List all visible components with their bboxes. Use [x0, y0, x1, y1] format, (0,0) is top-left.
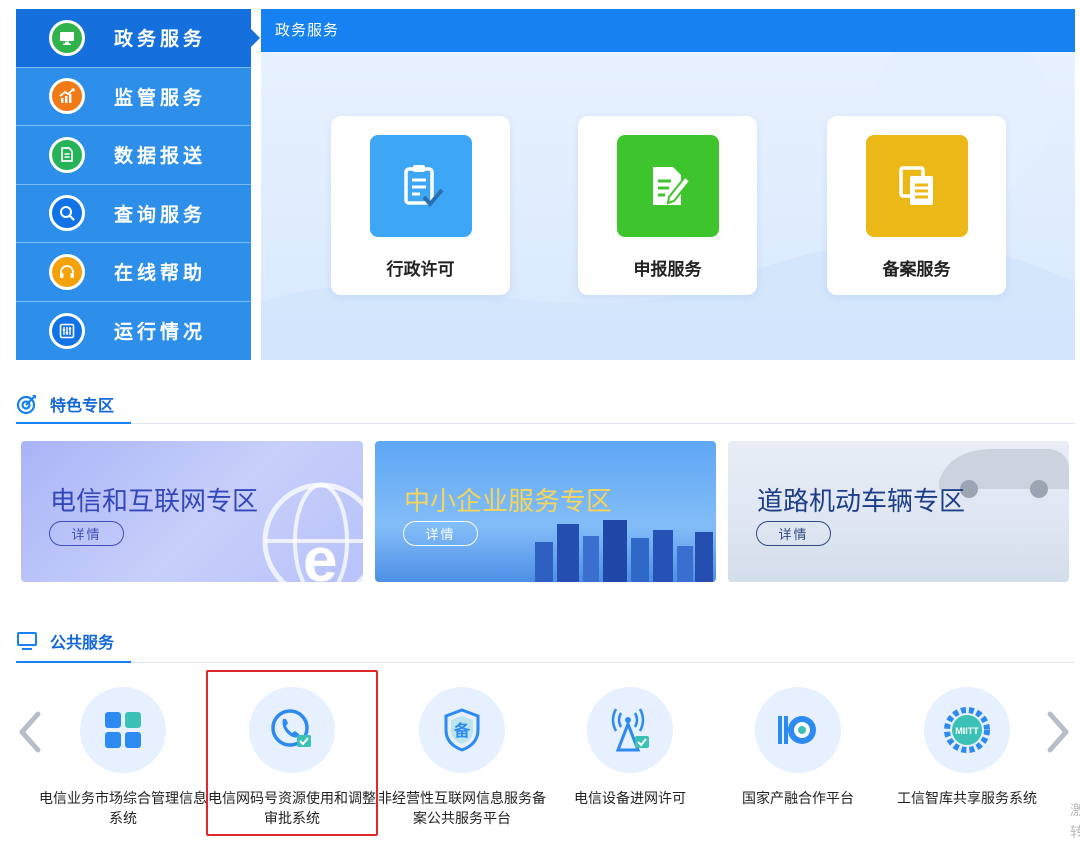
banner-title: 道路机动车辆专区 [757, 487, 966, 517]
copy-document-icon [865, 135, 968, 237]
edge-text-line: 激 [1070, 803, 1080, 819]
public-service-think-tank[interactable]: MIITT 工信智库共享服务系统 [882, 687, 1052, 809]
gov-services-panel: 政务服务 行政许可 申报服务 备案服务 [261, 9, 1075, 360]
monitor-icon [17, 631, 37, 650]
antenna-tower-icon [587, 687, 673, 773]
public-services-section-header: 公共服务 [16, 622, 114, 659]
public-service-label: 工信智库共享服务系统 [897, 791, 1037, 807]
nav-item-label: 查询服务 [114, 203, 207, 226]
card-label: 申报服务 [633, 260, 702, 280]
details-button[interactable]: 详情 [49, 521, 124, 546]
search-icon [49, 195, 85, 232]
public-service-label: 电信设备进网许可 [574, 791, 686, 807]
miit-gear-icon: MIITT [924, 687, 1010, 773]
public-service-number-resources[interactable]: 电信网码号资源使用和调整审批系统 [207, 687, 377, 829]
public-service-label: 电信业务市场综合管理信息系统 [39, 791, 207, 827]
public-services-title-underline [16, 661, 131, 663]
public-service-icp-filing[interactable]: 备 非经营性互联网信息服务备案公共服务平台 [377, 687, 547, 829]
nav-item-query[interactable]: 查询服务 [16, 184, 251, 243]
nav-item-label: 监管服务 [114, 86, 207, 109]
nav-item-gov-services[interactable]: 政务服务 [16, 9, 260, 68]
featured-divider [16, 423, 1075, 424]
banner-sme-services[interactable]: 中小企业服务专区 详情 [375, 441, 716, 582]
svg-text:e: e [303, 526, 337, 582]
nav-item-label: 政务服务 [114, 28, 207, 51]
panel-title: 政务服务 [261, 9, 1075, 52]
grid-apps-icon [80, 687, 166, 773]
card-label: 备案服务 [882, 260, 951, 280]
nav-item-supervision[interactable]: 监管服务 [16, 67, 251, 126]
section-title: 特色专区 [50, 395, 115, 415]
nav-item-label: 运行情况 [114, 321, 207, 344]
public-services-divider [16, 662, 1075, 663]
featured-title-underline [16, 422, 131, 424]
section-title: 公共服务 [50, 632, 115, 652]
nav-item-online-help[interactable]: 在线帮助 [16, 243, 251, 302]
clipped-edge-text: 激 转 [1070, 800, 1080, 844]
banner-road-vehicles[interactable]: 道路机动车辆专区 详情 [728, 441, 1069, 582]
public-service-label: 国家产融合作平台 [742, 791, 854, 807]
card-label: 行政许可 [386, 260, 455, 280]
svg-text:备: 备 [453, 721, 471, 740]
public-service-label: 电信网码号资源使用和调整审批系统 [208, 791, 376, 827]
document-edit-icon [616, 135, 719, 237]
banner-title: 中小企业服务专区 [404, 487, 613, 517]
target-icon [16, 394, 36, 414]
shield-bei-icon: 备 [419, 687, 505, 773]
phone-check-icon [249, 687, 335, 773]
card-admin-permit[interactable]: 行政许可 [331, 116, 510, 295]
public-service-telecom-market[interactable]: 电信业务市场综合管理信息系统 [38, 687, 208, 829]
public-service-equipment-license[interactable]: 电信设备进网许可 [545, 687, 715, 809]
sliders-icon [49, 312, 85, 349]
public-service-label: 非经营性互联网信息服务备案公共服务平台 [378, 791, 546, 827]
headset-icon [49, 253, 85, 290]
service-nav: 政务服务 监管服务 数据报送 查询服务 在线帮助 运行情况 [16, 9, 260, 360]
target-speed-icon [755, 687, 841, 773]
city-skyline-decoration [535, 520, 713, 582]
details-button[interactable]: 详情 [756, 521, 831, 546]
nav-item-label: 在线帮助 [114, 262, 207, 285]
globe-ie-icon: e [262, 482, 363, 582]
document-send-icon [49, 136, 85, 173]
card-filing[interactable]: 备案服务 [827, 116, 1006, 295]
banner-title: 电信和互联网专区 [50, 487, 259, 517]
banner-telecom-internet[interactable]: e 电信和互联网专区 详情 [21, 441, 363, 582]
nav-item-label: 数据报送 [114, 145, 207, 168]
monitor-icon [49, 19, 85, 56]
edge-text-line: 转 [1070, 825, 1080, 841]
details-button[interactable]: 详情 [403, 521, 478, 546]
chart-up-icon [49, 78, 85, 115]
card-declaration[interactable]: 申报服务 [578, 116, 757, 295]
nav-item-operations[interactable]: 运行情况 [16, 301, 251, 360]
clipboard-check-icon [369, 135, 472, 237]
nav-item-data-report[interactable]: 数据报送 [16, 126, 251, 185]
public-service-industry-finance[interactable]: 国家产融合作平台 [713, 687, 883, 809]
miit-badge-text: MIITT [955, 726, 979, 736]
featured-section-header: 特色专区 [16, 385, 114, 422]
